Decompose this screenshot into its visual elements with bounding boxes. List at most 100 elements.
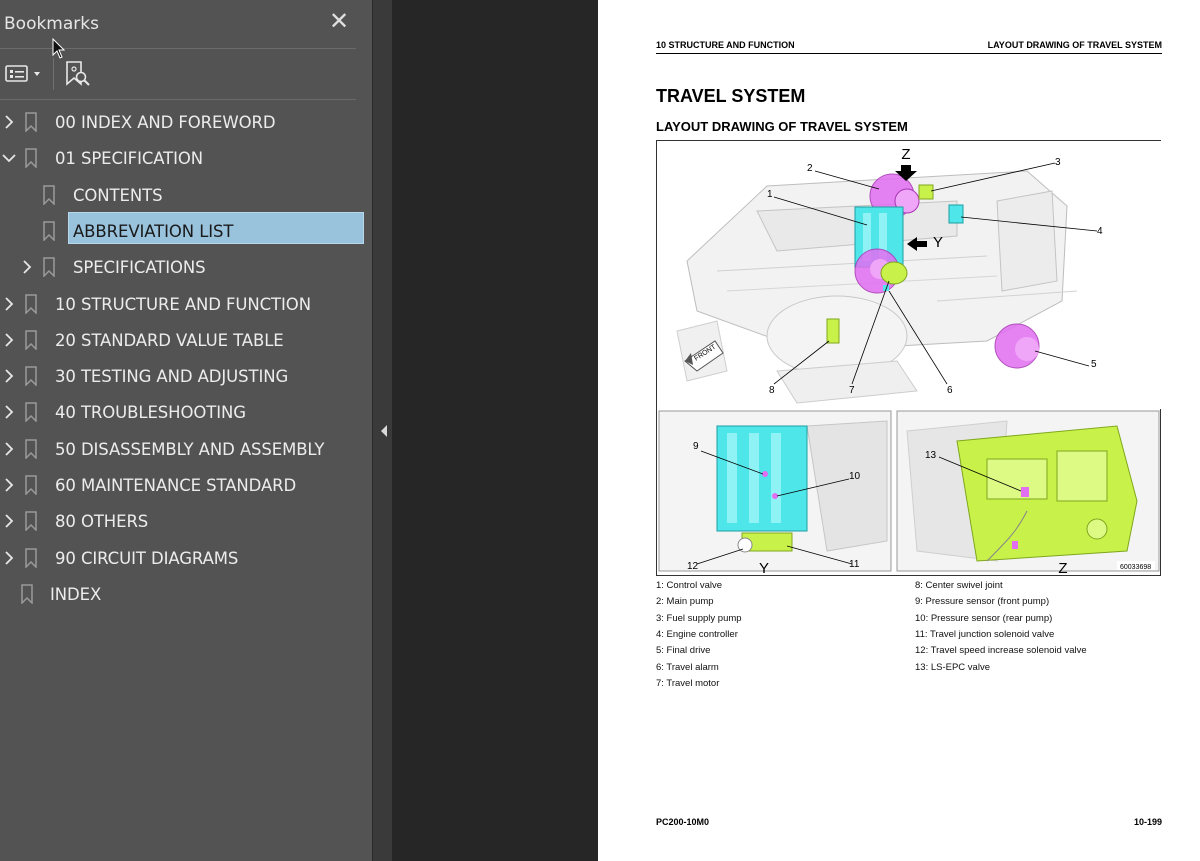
svg-text:10: 10 <box>849 471 861 482</box>
bookmark-item[interactable]: 01 SPECIFICATION <box>0 140 372 176</box>
bookmark-icon <box>25 148 37 169</box>
bookmark-item[interactable]: 40 TROUBLESHOOTING <box>0 394 372 430</box>
legend-item: 9: Pressure sensor (front pump) <box>915 596 1050 608</box>
bookmark-item[interactable]: 10 STRUCTURE AND FUNCTION <box>0 286 372 322</box>
bookmark-icon <box>25 547 37 568</box>
bookmark-item[interactable]: 30 TESTING AND ADJUSTING <box>0 358 372 394</box>
bookmark-label: 90 CIRCUIT DIAGRAMS <box>55 548 239 568</box>
bookmark-item[interactable]: 80 OTHERS <box>0 503 372 539</box>
bookmark-icon <box>25 511 37 532</box>
list-options-icon <box>5 65 40 82</box>
bookmark-item[interactable]: 50 DISASSEMBLY AND ASSEMBLY <box>0 431 372 467</box>
svg-text:Z: Z <box>901 146 910 163</box>
options-menu-button[interactable] <box>5 62 45 86</box>
collapse-panel-icon[interactable] <box>379 424 389 438</box>
bookmark-icon <box>25 402 37 423</box>
chevron-right-icon[interactable] <box>2 331 16 349</box>
svg-text:8: 8 <box>769 385 775 396</box>
layout-drawing-figure: FRONT Z Y 1 2 3 4 5 6 7 8 9 10 11 12 Y 1… <box>656 140 1162 577</box>
chevron-right-icon[interactable] <box>2 403 16 421</box>
page-header-left: 10 STRUCTURE AND FUNCTION <box>656 40 795 50</box>
bookmark-item[interactable]: 90 CIRCUIT DIAGRAMS <box>0 540 372 576</box>
chevron-right-icon[interactable] <box>20 258 34 276</box>
bookmark-label: SPECIFICATIONS <box>73 258 206 278</box>
mouse-cursor-icon <box>52 38 66 59</box>
bookmark-item[interactable]: 20 STANDARD VALUE TABLE <box>0 322 372 358</box>
bookmark-icon <box>43 257 55 278</box>
chevron-right-icon[interactable] <box>2 113 16 131</box>
find-bookmark-button[interactable] <box>64 60 92 88</box>
close-panel-button[interactable]: ✕ <box>328 10 350 34</box>
bookmark-item[interactable]: 00 INDEX AND FOREWORD <box>0 104 372 140</box>
bookmark-item[interactable]: ABBREVIATION LIST <box>0 211 372 249</box>
legend-item: 13: LS-EPC valve <box>915 661 990 673</box>
document-viewer[interactable]: 10 STRUCTURE AND FUNCTION LAYOUT DRAWING… <box>392 0 1200 861</box>
header-rule <box>656 53 1162 54</box>
page-header-right: LAYOUT DRAWING OF TRAVEL SYSTEM <box>987 40 1162 50</box>
svg-text:9: 9 <box>693 441 699 452</box>
chevron-right-icon[interactable] <box>2 295 16 313</box>
bookmark-label: 60 MAINTENANCE STANDARD <box>55 476 297 495</box>
page-title: TRAVEL SYSTEM <box>656 86 806 106</box>
svg-text:7: 7 <box>849 385 855 396</box>
chevron-down-icon[interactable] <box>2 149 16 167</box>
chevron-right-icon[interactable] <box>2 440 16 458</box>
bookmark-item[interactable]: 60 MAINTENANCE STANDARD <box>0 467 372 503</box>
legend-item: 6: Travel alarm <box>656 661 719 673</box>
bookmark-label: 10 STRUCTURE AND FUNCTION <box>55 294 311 314</box>
bookmark-label: 30 TESTING AND ADJUSTING <box>55 367 289 387</box>
toolbar-divider <box>53 58 54 90</box>
svg-text:4: 4 <box>1097 226 1103 237</box>
legend-item: 5: Final drive <box>656 645 711 657</box>
bookmark-icon <box>25 293 37 314</box>
svg-text:1: 1 <box>767 189 773 200</box>
legend-item: 7: Travel motor <box>656 677 720 689</box>
bookmark-label: 40 TROUBLESHOOTING <box>55 403 246 423</box>
bookmark-item[interactable]: INDEX <box>0 576 372 612</box>
svg-text:11: 11 <box>849 559 860 570</box>
svg-text:60033698: 60033698 <box>1120 564 1151 571</box>
bookmark-label: INDEX <box>50 584 102 604</box>
legend-item: 11: Travel junction solenoid valve <box>915 628 1055 640</box>
legend-item: 2: Main pump <box>656 596 714 608</box>
page-number: 10-199 <box>1133 817 1162 827</box>
svg-text:Y: Y <box>759 560 769 577</box>
svg-text:Y: Y <box>933 234 943 251</box>
panel-splitter[interactable] <box>372 0 393 861</box>
bookmark-icon <box>21 584 33 604</box>
chevron-right-icon[interactable] <box>2 512 16 530</box>
svg-text:Z: Z <box>1058 560 1067 577</box>
legend-item: 10: Pressure sensor (rear pump) <box>915 612 1053 624</box>
bookmark-label: 80 OTHERS <box>55 512 149 532</box>
panel-title: Bookmarks <box>4 14 99 34</box>
legend-item: 3: Fuel supply pump <box>656 612 742 624</box>
legend-item: 4: Engine controller <box>656 628 738 640</box>
legend-item: 12: Travel speed increase solenoid valve <box>915 645 1087 657</box>
bookmark-icon <box>43 184 55 205</box>
svg-text:5: 5 <box>1091 359 1097 370</box>
page-subtitle: LAYOUT DRAWING OF TRAVEL SYSTEM <box>656 119 908 134</box>
bookmark-label: ABBREVIATION LIST <box>73 221 234 241</box>
legend-item: 8: Center swivel joint <box>915 580 1003 591</box>
bookmark-label: 20 STANDARD VALUE TABLE <box>55 330 284 350</box>
bookmark-label: 00 INDEX AND FOREWORD <box>55 113 276 132</box>
bookmark-icon <box>43 221 55 241</box>
legend-item: 1: Control valve <box>656 580 723 591</box>
page-footer-left: PC200-10M0 <box>656 817 710 827</box>
chevron-right-icon[interactable] <box>2 476 16 494</box>
bookmark-item[interactable]: SPECIFICATIONS <box>0 249 372 285</box>
svg-text:12: 12 <box>687 561 699 572</box>
travel-system-illustration: FRONT Z Y 1 2 3 4 5 6 7 8 9 10 11 12 Y 1… <box>657 141 1162 577</box>
chevron-right-icon[interactable] <box>2 549 16 567</box>
svg-text:2: 2 <box>807 163 813 174</box>
bookmarks-panel: Bookmarks ✕ 00 INDEX AND FOREWORD 01 SPE… <box>0 0 372 861</box>
view-z-inset: 13 Z 60033698 <box>896 410 1160 577</box>
view-y-inset: 9 10 11 12 Y <box>658 410 892 577</box>
bookmark-icon <box>25 366 37 387</box>
bookmark-label: 50 DISASSEMBLY AND ASSEMBLY <box>55 439 325 459</box>
bookmark-search-icon <box>66 61 90 86</box>
bookmark-item[interactable]: CONTENTS <box>0 177 372 213</box>
bookmark-icon <box>25 475 37 495</box>
chevron-right-icon[interactable] <box>2 367 16 385</box>
svg-text:6: 6 <box>947 385 953 396</box>
